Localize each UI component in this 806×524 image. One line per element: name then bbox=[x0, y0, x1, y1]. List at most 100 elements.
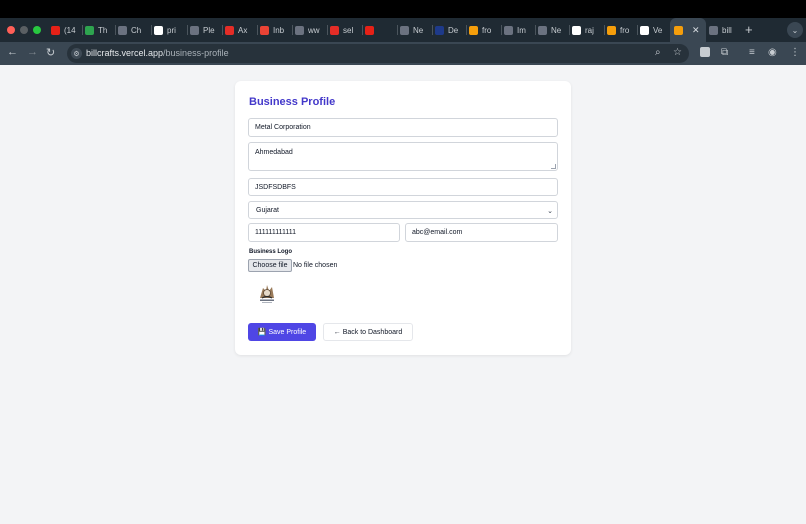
new-tab-icon[interactable]: + bbox=[745, 22, 753, 37]
address-textarea[interactable]: Ahmedabad bbox=[248, 142, 558, 171]
close-tab-icon[interactable]: ✕ bbox=[692, 25, 700, 36]
business-profile-card: Business Profile Metal Corporation Ahmed… bbox=[235, 81, 571, 355]
browser-tab[interactable]: sel bbox=[330, 18, 360, 42]
browser-tab[interactable]: Ch bbox=[118, 18, 148, 42]
tab-label: Ax bbox=[238, 25, 248, 35]
business-name-value: Metal Corporation bbox=[255, 124, 311, 131]
tab-separator bbox=[115, 25, 116, 35]
profile-icon[interactable]: ◉ bbox=[768, 47, 777, 58]
youtube-icon bbox=[365, 25, 374, 35]
tab-label: raj bbox=[585, 25, 594, 35]
tab-label: Ne bbox=[413, 25, 424, 35]
tab-label: (14 bbox=[64, 25, 76, 35]
close-window-button[interactable] bbox=[7, 26, 15, 34]
media-controls-icon[interactable]: ≡ bbox=[749, 47, 755, 58]
address-bar[interactable]: ⚙ billcrafts.vercel.app/business-profile… bbox=[67, 44, 689, 63]
browser-tab[interactable]: Im bbox=[504, 18, 534, 42]
acrobat-icon bbox=[225, 25, 234, 35]
gst-number-input[interactable]: JSDFSDBFS bbox=[248, 178, 558, 196]
tab-label: ww bbox=[308, 25, 320, 35]
business-name-input[interactable]: Metal Corporation bbox=[248, 118, 558, 137]
tab-label: fro bbox=[620, 25, 630, 35]
gmail-icon bbox=[260, 25, 269, 35]
browser-tab[interactable]: Ne bbox=[400, 18, 430, 42]
globe-icon bbox=[709, 25, 718, 35]
tab-separator bbox=[257, 25, 258, 35]
browser-tab[interactable]: pri bbox=[154, 18, 184, 42]
state-value: Gujarat bbox=[256, 206, 279, 214]
tab-separator bbox=[397, 25, 398, 35]
phone-input[interactable]: 111111111111 bbox=[248, 223, 400, 242]
browser-tab[interactable] bbox=[365, 18, 397, 42]
browser-tab[interactable]: (14 bbox=[51, 18, 81, 42]
maximize-window-button[interactable] bbox=[33, 26, 41, 34]
email-value: abc@email.com bbox=[412, 229, 463, 236]
tab-separator bbox=[604, 25, 605, 35]
browser-tab[interactable]: Th bbox=[85, 18, 115, 42]
tab-separator bbox=[432, 25, 433, 35]
page-title: Business Profile bbox=[249, 96, 336, 108]
forward-arrow-icon[interactable]: → bbox=[27, 46, 38, 58]
browser-tab[interactable]: fro bbox=[607, 18, 637, 42]
openai-icon bbox=[118, 25, 127, 35]
browser-tab[interactable]: De bbox=[435, 18, 465, 42]
browser-tab[interactable]: Ne bbox=[538, 18, 568, 42]
top-strip bbox=[0, 0, 806, 18]
browser-tab[interactable]: Inb bbox=[260, 18, 290, 42]
browser-toolbar: ← → ↻ ⚙ billcrafts.vercel.app/business-p… bbox=[0, 42, 806, 65]
tab-separator bbox=[187, 25, 188, 35]
tab-label: Ple bbox=[203, 25, 215, 35]
tab-label: Ve bbox=[653, 25, 663, 35]
tab-separator bbox=[466, 25, 467, 35]
browser-tab[interactable]: ✕ bbox=[670, 18, 706, 42]
browser-tab[interactable]: raj bbox=[572, 18, 602, 42]
browser-tab[interactable]: bill bbox=[709, 18, 739, 42]
bookmark-star-icon[interactable]: ☆ bbox=[673, 47, 682, 58]
extensions-icon[interactable]: ⧉ bbox=[721, 47, 728, 58]
globe-icon bbox=[538, 25, 547, 35]
browser-tab[interactable]: ww bbox=[295, 18, 325, 42]
tab-separator bbox=[535, 25, 536, 35]
tab-label: Im bbox=[517, 25, 526, 35]
address-value: Ahmedabad bbox=[255, 149, 293, 156]
tab-separator bbox=[637, 25, 638, 35]
back-to-dashboard-button[interactable]: ← Back to Dashboard bbox=[323, 323, 413, 341]
tab-separator bbox=[222, 25, 223, 35]
tab-separator bbox=[151, 25, 152, 35]
business-logo-image bbox=[257, 282, 277, 304]
tab-label: De bbox=[448, 25, 459, 35]
resize-handle-icon[interactable] bbox=[551, 164, 556, 169]
globe-icon bbox=[295, 25, 304, 35]
vercel-icon bbox=[640, 25, 649, 35]
reload-icon[interactable]: ↻ bbox=[46, 46, 55, 59]
site-info-icon[interactable]: ⚙ bbox=[71, 48, 82, 59]
tab-separator bbox=[569, 25, 570, 35]
globe-icon bbox=[190, 25, 199, 35]
save-profile-button[interactable]: 💾 Save Profile bbox=[248, 323, 316, 341]
tab-bar: (14 Th Ch pri Ple Ax Inb ww sel Ne De fro Im Ne raj fro… bbox=[0, 18, 806, 42]
vue-icon bbox=[674, 25, 683, 35]
browser-tab[interactable]: Ple bbox=[190, 18, 220, 42]
tab-label: Th bbox=[98, 25, 108, 35]
chevron-down-icon: ⌄ bbox=[547, 208, 553, 215]
business-logo-label: Business Logo bbox=[249, 249, 293, 255]
no-file-text: No file chosen bbox=[293, 262, 338, 269]
browser-tab[interactable]: Ve bbox=[640, 18, 670, 42]
vue-icon bbox=[607, 25, 616, 35]
choose-file-button[interactable]: Choose file bbox=[248, 259, 292, 272]
google-icon bbox=[154, 25, 163, 35]
tab-search-icon[interactable]: ⌄ bbox=[787, 22, 803, 38]
github-icon bbox=[572, 25, 581, 35]
extension-icon[interactable] bbox=[700, 47, 710, 57]
minimize-window-button[interactable] bbox=[20, 26, 28, 34]
tab-label: bill bbox=[722, 25, 732, 35]
browser-tab[interactable]: Ax bbox=[225, 18, 255, 42]
back-arrow-icon[interactable]: ← bbox=[7, 46, 18, 58]
acrobat-icon bbox=[330, 25, 339, 35]
zoom-icon[interactable]: ⌕ bbox=[655, 47, 661, 58]
email-input[interactable]: abc@email.com bbox=[405, 223, 558, 242]
state-select[interactable]: Gujarat ⌄ bbox=[248, 201, 558, 219]
menu-dots-icon[interactable]: ⋮ bbox=[790, 47, 800, 58]
tab-separator bbox=[292, 25, 293, 35]
browser-tab[interactable]: fro bbox=[469, 18, 499, 42]
